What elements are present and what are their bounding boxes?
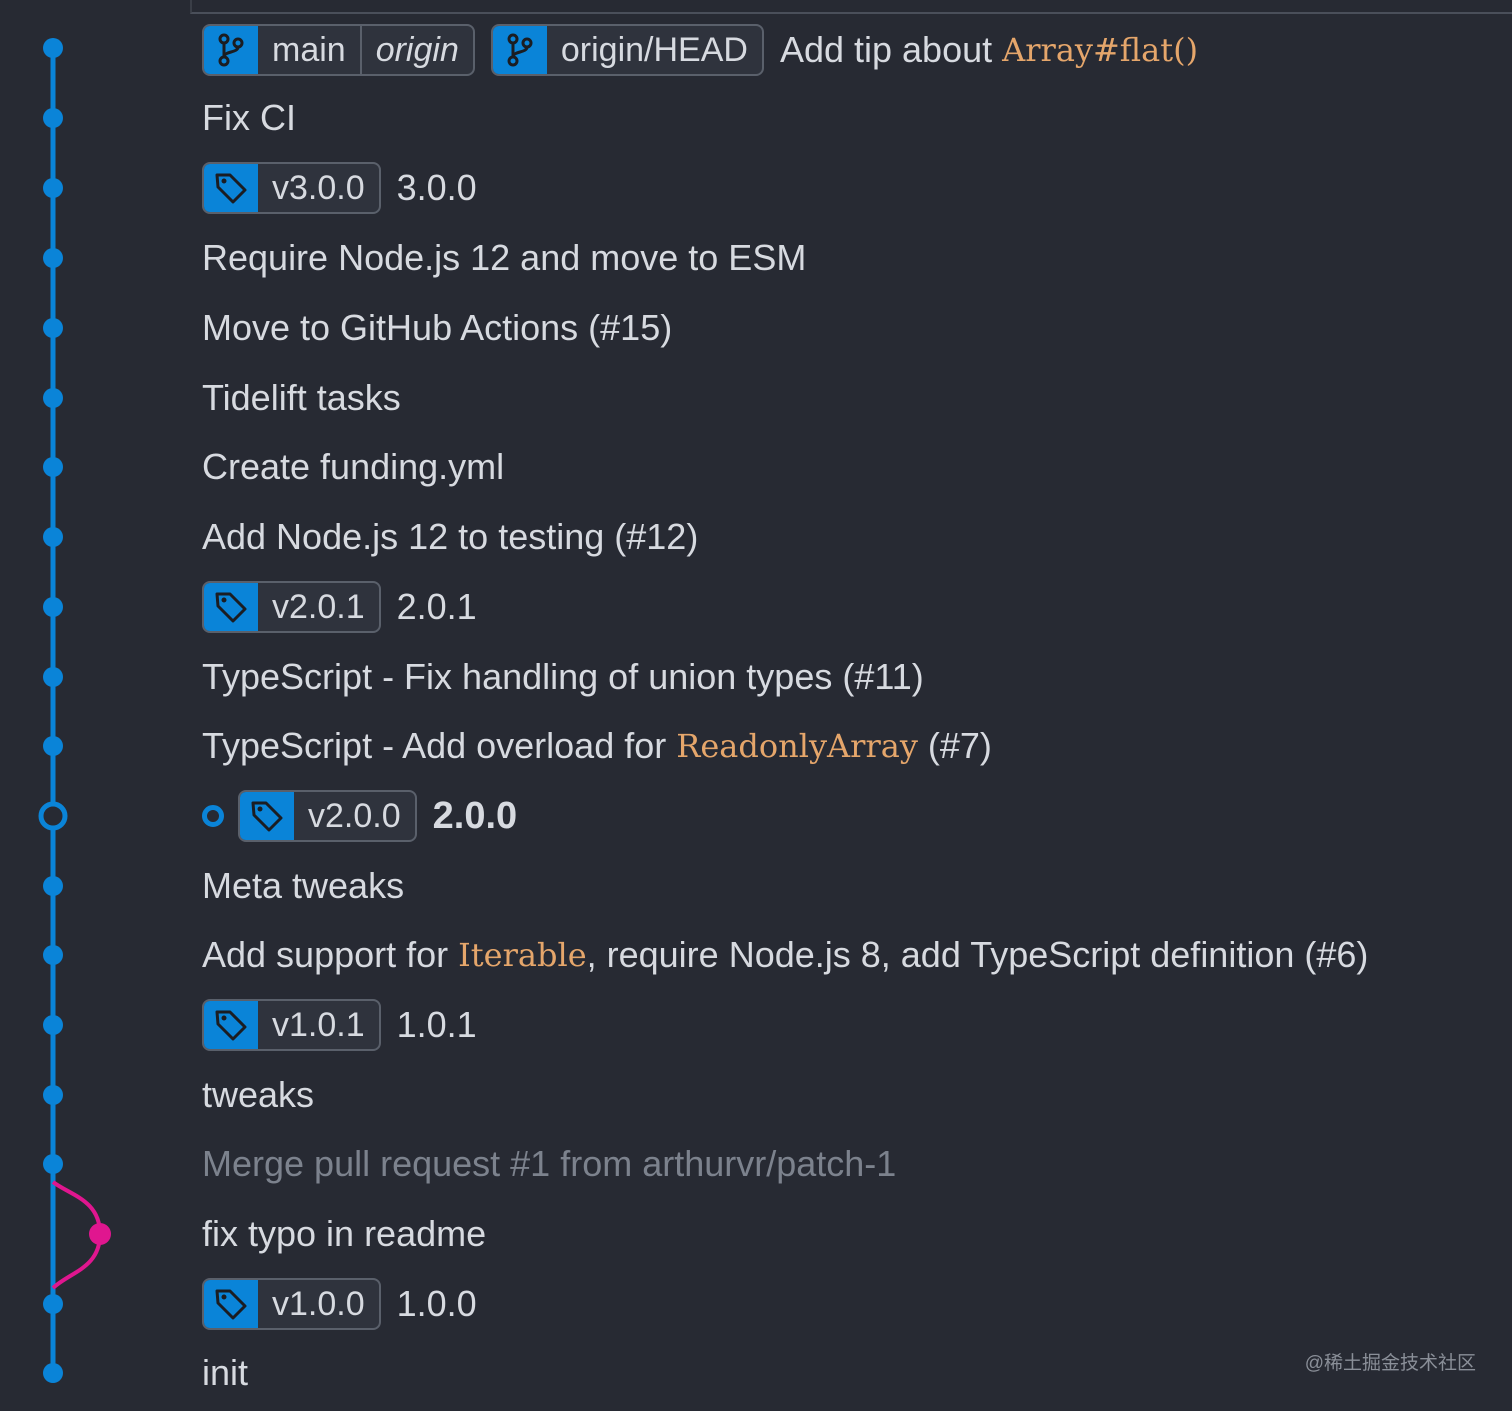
commit-dot	[43, 1363, 63, 1383]
tag-icon	[204, 164, 258, 212]
branch-remote-name: origin	[359, 26, 473, 74]
commit-row[interactable]: v3.0.0 3.0.0	[202, 158, 477, 218]
commit-message: Add support for	[202, 934, 459, 975]
commit-row[interactable]: main origin origin/HEAD Add tip about Ar…	[202, 20, 1198, 80]
commit-row[interactable]: Create funding.yml	[202, 437, 504, 497]
commit-message: 3.0.0	[396, 167, 477, 208]
commit-row[interactable]: Fix CI	[202, 88, 296, 148]
commit-row[interactable]: v1.0.0 1.0.0	[202, 1274, 477, 1334]
tag-icon	[240, 792, 294, 840]
commit-message: TypeScript - Fix handling of union types…	[202, 656, 924, 697]
commit-message: init	[202, 1352, 249, 1393]
tag-badge[interactable]: v1.0.0	[202, 1278, 381, 1330]
commit-message: Require Node.js 12 and move to ESM	[202, 237, 807, 278]
remote-head-name: origin/HEAD	[560, 30, 748, 69]
tag-icon	[204, 583, 258, 631]
commit-row[interactable]: Meta tweaks	[202, 856, 404, 916]
commit-row[interactable]: TypeScript - Fix handling of union types…	[202, 647, 924, 707]
commit-message: 2.0.1	[396, 586, 477, 627]
tag-name: v3.0.0	[272, 168, 365, 207]
commit-message-code: Iterable	[458, 936, 587, 974]
commit-dot	[43, 178, 63, 198]
commit-message: Create funding.yml	[202, 446, 505, 487]
commit-message: Fix CI	[202, 97, 296, 138]
commit-row[interactable]: TypeScript - Add overload for ReadonlyAr…	[202, 716, 992, 776]
commit-row[interactable]: fix typo in readme	[202, 1204, 486, 1264]
commit-dot-current	[38, 801, 68, 831]
tag-badge[interactable]: v2.0.1	[202, 581, 381, 633]
commit-row[interactable]: Add Node.js 12 to testing (#12)	[202, 507, 698, 567]
commit-dot	[43, 597, 63, 617]
commit-row[interactable]: Add support for Iterable , require Node.…	[202, 925, 1368, 985]
branch-commit-dot	[89, 1223, 111, 1245]
commit-row-current[interactable]: v2.0.0 2.0.0	[202, 786, 517, 846]
commit-dot	[43, 736, 63, 756]
panel-border	[190, 0, 1512, 14]
commit-message: 2.0.0	[432, 794, 518, 837]
commit-dot	[43, 108, 63, 128]
commit-message-suffix: (#7)	[917, 725, 992, 766]
commit-row[interactable]: Tidelift tasks	[202, 368, 401, 428]
merge-commit-dot	[43, 1154, 63, 1174]
commit-row[interactable]: v1.0.1 1.0.1	[202, 995, 477, 1055]
commit-dot	[43, 876, 63, 896]
commit-dot	[43, 1015, 63, 1035]
commit-row-merge[interactable]: Merge pull request #1 from arthurvr/patc…	[202, 1134, 896, 1194]
commit-dot	[43, 248, 63, 268]
branch-icon	[492, 26, 547, 74]
commit-dot	[43, 318, 63, 338]
tag-badge[interactable]: v2.0.0	[238, 790, 417, 842]
commit-dot	[43, 457, 63, 477]
commit-message: Tidelift tasks	[202, 377, 401, 418]
tag-badge[interactable]: v1.0.1	[202, 999, 381, 1051]
commit-row[interactable]: init	[202, 1343, 248, 1403]
branch-badge-main[interactable]: main origin	[202, 24, 475, 76]
commit-dot	[43, 38, 63, 58]
commit-message: Move to GitHub Actions (#15)	[202, 307, 673, 348]
commit-message: Add tip about	[779, 29, 1003, 70]
commit-message-code: Array#flat()	[1002, 31, 1199, 69]
tag-badge[interactable]: v3.0.0	[202, 162, 381, 214]
watermark: @稀土掘金技术社区	[1304, 1353, 1476, 1374]
commit-row[interactable]: tweaks	[202, 1065, 314, 1125]
commit-message: tweaks	[202, 1074, 315, 1115]
tag-name: v1.0.0	[272, 1284, 365, 1323]
tag-name: v2.0.0	[308, 796, 401, 835]
branch-icon	[204, 26, 258, 74]
branch-local-name: main	[272, 30, 346, 69]
commit-dot	[43, 388, 63, 408]
tag-icon	[204, 1280, 258, 1328]
commit-message: fix typo in readme	[202, 1213, 487, 1254]
commit-message: 1.0.0	[396, 1283, 477, 1324]
commit-message: Merge pull request #1 from arthurvr/patc…	[202, 1143, 897, 1184]
commit-message: Meta tweaks	[202, 865, 405, 906]
tag-name: v2.0.1	[272, 587, 365, 626]
commit-message-suffix: , require Node.js 8, add TypeScript defi…	[586, 934, 1369, 975]
commit-message-code: ReadonlyArray	[676, 727, 918, 765]
commit-message: TypeScript - Add overload for	[202, 725, 677, 766]
commit-row[interactable]: v2.0.1 2.0.1	[202, 577, 477, 637]
commit-dot	[43, 667, 63, 687]
git-graph-view: main origin origin/HEAD Add tip about Ar…	[0, 0, 1512, 1411]
commit-graph	[38, 38, 111, 1383]
commit-dot	[43, 1294, 63, 1314]
commit-dot	[43, 527, 63, 547]
commit-dot	[43, 945, 63, 965]
tag-name: v1.0.1	[272, 1005, 365, 1044]
commit-dot	[43, 1085, 63, 1105]
current-commit-icon	[202, 805, 224, 827]
branch-badge-origin-head[interactable]: origin/HEAD	[490, 24, 764, 76]
commit-row[interactable]: Require Node.js 12 and move to ESM	[202, 228, 806, 288]
commit-message: Add Node.js 12 to testing (#12)	[202, 516, 699, 557]
tag-icon	[204, 1001, 258, 1049]
commit-row[interactable]: Move to GitHub Actions (#15)	[202, 298, 672, 358]
commit-message: 1.0.1	[396, 1004, 477, 1045]
